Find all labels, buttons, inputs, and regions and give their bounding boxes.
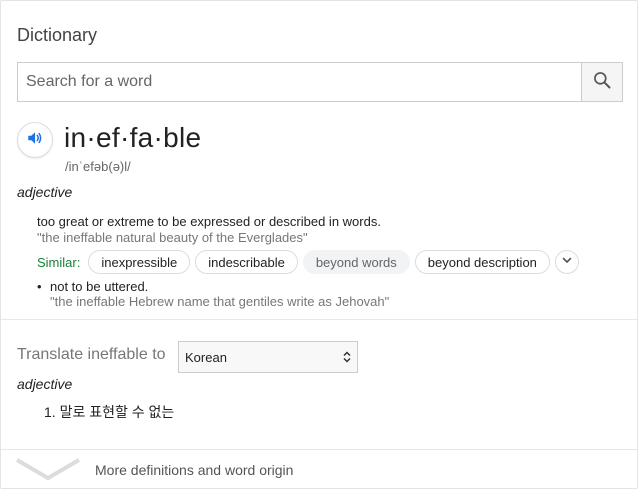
similar-chip-inexpressible[interactable]: inexpressible [88, 250, 191, 274]
section-divider [1, 319, 638, 320]
translation-result: 1. 말로 표현할 수 없는 [44, 404, 175, 420]
select-caret-icon [342, 350, 352, 367]
similar-expand-button[interactable] [554, 250, 579, 274]
similar-chip-beyond-description[interactable]: beyond description [414, 250, 550, 274]
expand-chevron-icon [15, 456, 81, 489]
search-icon [592, 70, 612, 95]
translate-label: Translate ineffable to [17, 346, 166, 363]
similar-label: Similar: [37, 254, 81, 270]
language-select-value: Korean [185, 349, 227, 365]
translation-part-of-speech: adjective [17, 376, 73, 392]
similar-chip-indescribable[interactable]: indescribable [195, 250, 298, 274]
part-of-speech: adjective [17, 184, 73, 200]
dictionary-card: Dictionary in·ef·fa·ble /inˈefəb(ə)l/ ad… [0, 0, 638, 489]
search-button[interactable] [581, 63, 622, 101]
dictionary-title: Dictionary [17, 25, 98, 45]
search-input[interactable] [18, 63, 581, 101]
search-box [17, 62, 623, 102]
example-1: "the ineffable natural beauty of the Eve… [37, 230, 308, 245]
example-2: "the ineffable Hebrew name that gentiles… [50, 294, 390, 309]
definition-2-text: not to be uttered. [50, 279, 149, 294]
definition-1: too great or extreme to be expressed or … [37, 214, 381, 229]
more-definitions-label: More definitions and word origin [95, 462, 294, 478]
headword: in·ef·fa·ble [64, 122, 202, 153]
more-definitions-button[interactable]: More definitions and word origin [1, 450, 638, 489]
definition-2-bullet: • [37, 279, 42, 294]
language-select[interactable]: Korean [178, 341, 358, 373]
definition-2: • not to be uttered. [37, 279, 148, 294]
chevron-down-icon [561, 253, 573, 271]
similar-chip-beyond-words[interactable]: beyond words [302, 250, 410, 274]
pronounce-button[interactable] [17, 122, 53, 158]
phonetic: /inˈefəb(ə)l/ [65, 159, 131, 174]
speaker-icon [26, 129, 44, 152]
similar-row: Similar: inexpressible indescribable bey… [37, 249, 579, 275]
